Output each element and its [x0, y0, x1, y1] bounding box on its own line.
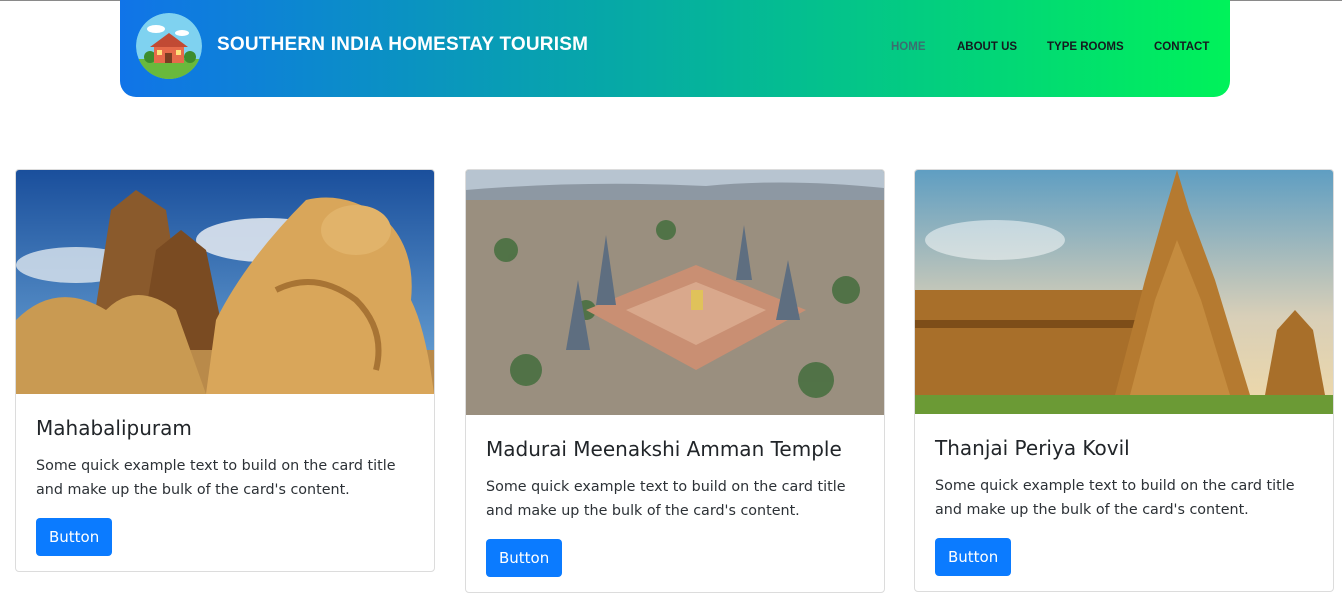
brihadeeswarar-temple-photo: [915, 170, 1333, 414]
navbar: SOUTHERN INDIA HOMESTAY TOURISM HOME ABO…: [120, 0, 1230, 97]
homestay-house-logo-icon[interactable]: [136, 13, 202, 79]
card-madurai-meenakshi: Madurai Meenakshi Amman Temple Some quic…: [465, 169, 885, 593]
card-button[interactable]: Button: [486, 539, 563, 577]
card-text: Some quick example text to build on the …: [36, 458, 396, 498]
card-title: Thanjai Periya Kovil: [935, 436, 1130, 460]
card-thanjai-periya-kovil: Thanjai Periya Kovil Some quick example …: [914, 169, 1334, 592]
nav-about-us[interactable]: ABOUT US: [957, 41, 1017, 53]
card-button[interactable]: Button: [935, 538, 1012, 576]
meenakshi-temple-aerial-photo: [466, 170, 884, 415]
card-title: Mahabalipuram: [36, 416, 192, 440]
card-title: Madurai Meenakshi Amman Temple: [486, 437, 842, 461]
shore-temple-photo: [16, 170, 434, 394]
nav-home[interactable]: HOME: [891, 41, 926, 53]
brand-title[interactable]: SOUTHERN INDIA HOMESTAY TOURISM: [217, 34, 588, 56]
card-text: Some quick example text to build on the …: [935, 478, 1295, 518]
card-mahabalipuram: Mahabalipuram Some quick example text to…: [15, 169, 435, 572]
card-button[interactable]: Button: [36, 518, 113, 556]
nav-contact[interactable]: CONTACT: [1154, 41, 1209, 53]
card-text: Some quick example text to build on the …: [486, 479, 846, 519]
nav-type-rooms[interactable]: TYPE ROOMS: [1047, 41, 1124, 53]
